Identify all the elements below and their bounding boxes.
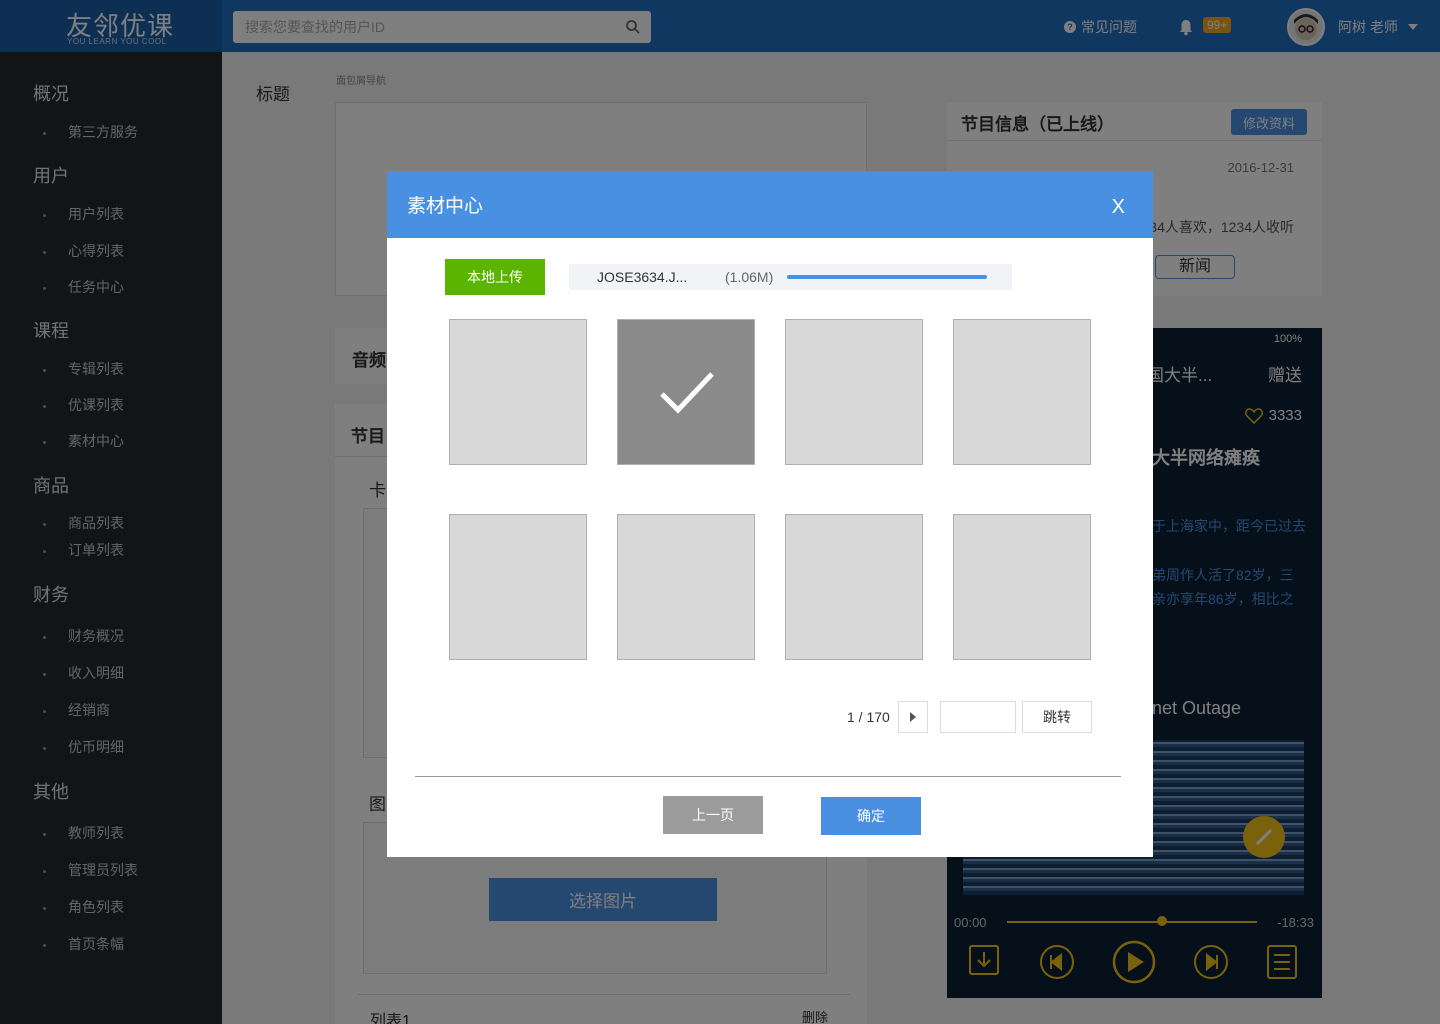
jump-button[interactable]: 跳转 <box>1022 701 1092 733</box>
next-page-button[interactable] <box>898 701 928 733</box>
page-indicator: 1 / 170 <box>847 709 890 725</box>
dialog-header: 素材中心 X <box>387 171 1153 238</box>
dialog-title: 素材中心 <box>407 196 484 217</box>
upload-progress-bar <box>787 275 987 279</box>
material-thumbnail[interactable] <box>617 514 755 660</box>
divider <box>415 776 1121 777</box>
material-thumbnail[interactable] <box>785 514 923 660</box>
material-thumbnail[interactable] <box>785 319 923 465</box>
material-thumbnail[interactable] <box>953 514 1091 660</box>
material-thumbnail[interactable] <box>449 319 587 465</box>
upload-file-name: JOSE3634.J... <box>597 269 688 285</box>
material-center-dialog: 素材中心 X 本地上传 JOSE3634.J... (1.06M) 1 / 17… <box>387 171 1153 857</box>
local-upload-button[interactable]: 本地上传 <box>445 259 545 295</box>
page-number-input[interactable] <box>940 701 1016 733</box>
close-icon[interactable]: X <box>1112 196 1125 219</box>
confirm-button[interactable]: 确定 <box>821 797 921 835</box>
material-thumbnail[interactable] <box>449 514 587 660</box>
material-thumbnail-selected[interactable] <box>617 319 755 465</box>
checkmark-icon <box>660 372 714 414</box>
upload-file-row: JOSE3634.J... (1.06M) <box>569 264 1012 290</box>
upload-file-size: (1.06M) <box>725 269 774 285</box>
material-thumbnail[interactable] <box>953 319 1091 465</box>
previous-button[interactable]: 上一页 <box>663 796 763 834</box>
